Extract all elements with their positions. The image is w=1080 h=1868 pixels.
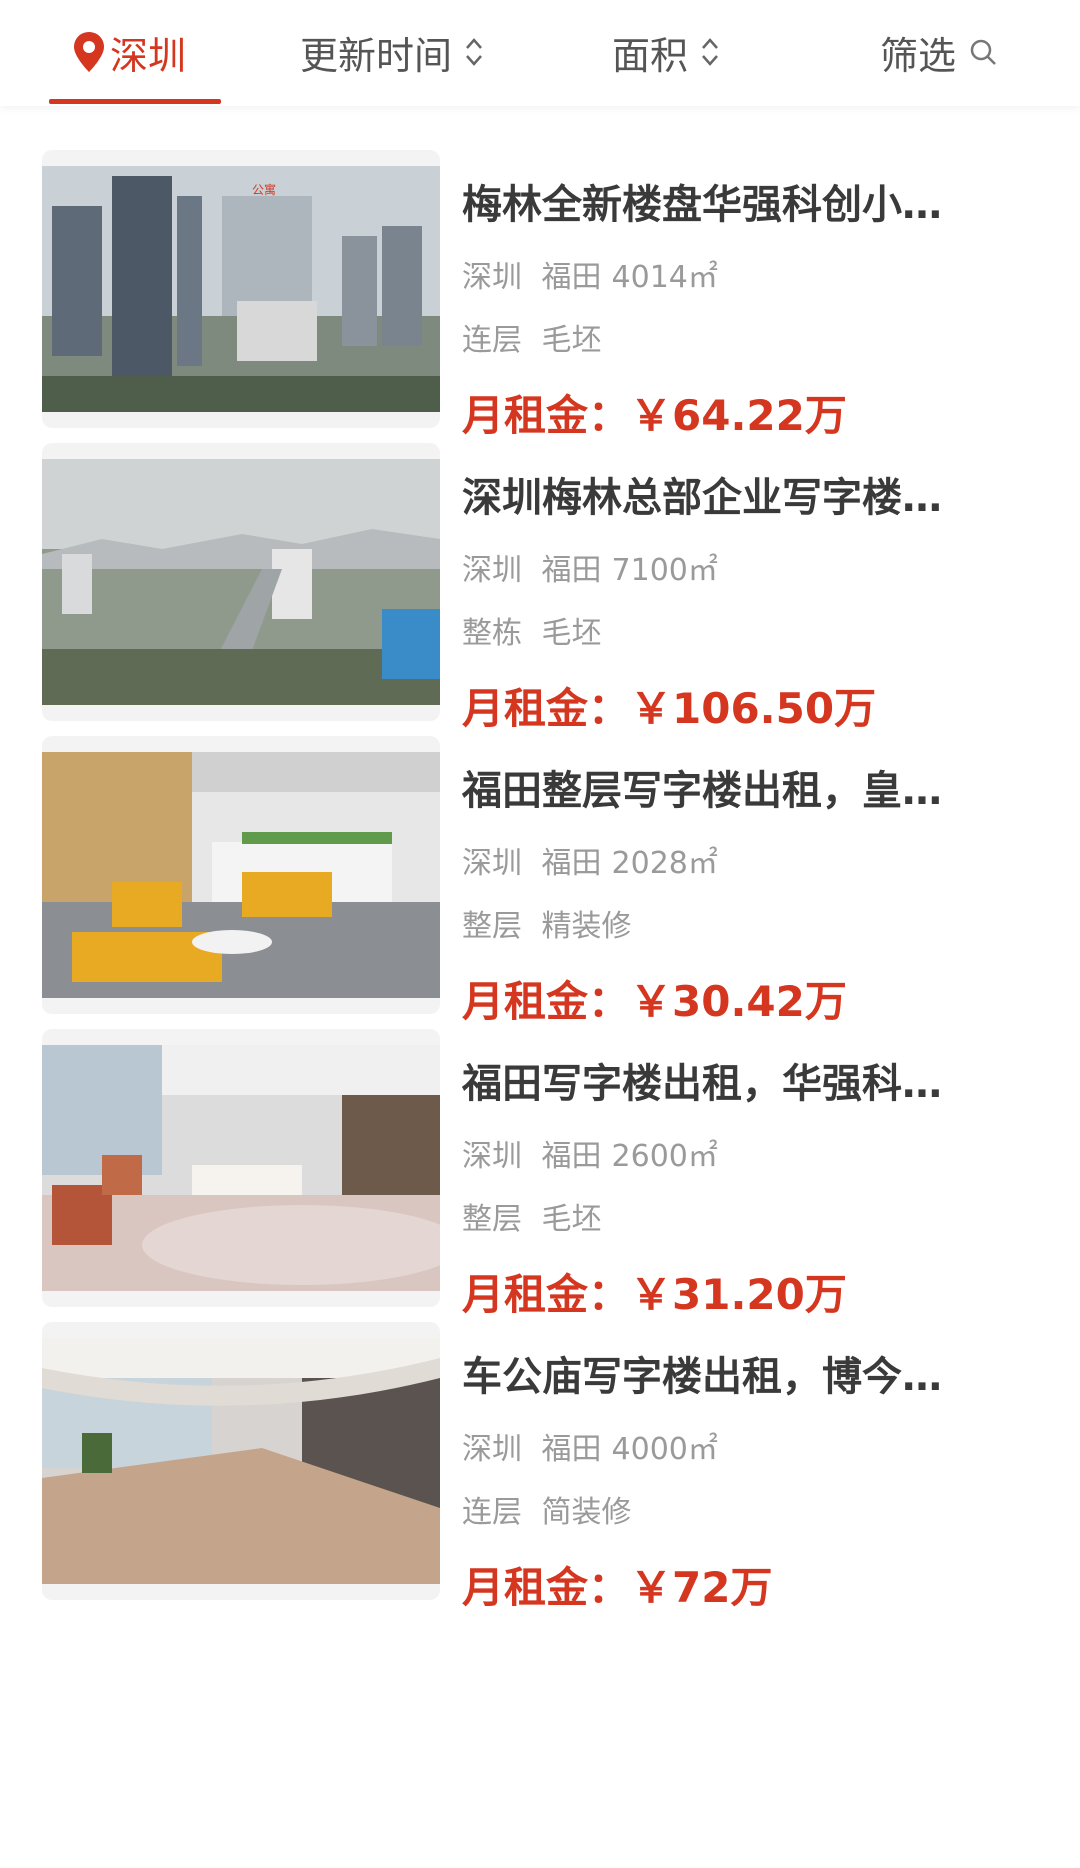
listing-district: 福田 — [541, 1432, 602, 1467]
listing-city: 深圳 — [462, 553, 522, 588]
listing-location: 深圳 福田 7100㎡ — [462, 545, 718, 589]
tab-update-time-label: 更新时间 — [300, 33, 453, 78]
listing-area: 4014㎡ — [611, 260, 718, 295]
listing-card[interactable]: 福田整层写字楼出租，皇… 深圳 福田 2028㎡ 整层 精装修 月租金：￥30.4… — [0, 736, 1080, 1026]
price-value: ￥31.20万 — [630, 1270, 847, 1319]
active-tab-indicator — [49, 99, 221, 104]
office-lounge-image — [42, 752, 440, 998]
listing-district: 福田 — [541, 846, 602, 881]
listing-city: 深圳 — [462, 846, 522, 881]
listing-price: 月租金：￥30.42万 — [462, 968, 847, 1029]
price-label: 月租金： — [462, 684, 631, 733]
listing-card[interactable]: 车公庙写字楼出租，博今… 深圳 福田 4000㎡ 连层 简装修 月租金：￥72万 — [0, 1322, 1080, 1612]
listing-photo — [42, 443, 440, 721]
tab-city[interactable]: 深圳 — [72, 22, 186, 82]
listing-tags: 整层 毛坯 — [462, 1194, 602, 1238]
tab-area-label: 面积 — [612, 33, 689, 78]
listing-layout: 整栋 — [462, 616, 522, 651]
listing-city: 深圳 — [462, 1139, 522, 1174]
listing-price: 月租金：￥31.20万 — [462, 1261, 847, 1322]
listing-finish: 毛坯 — [541, 1202, 602, 1237]
listing-area: 4000㎡ — [611, 1432, 718, 1467]
price-value: ￥64.22万 — [630, 391, 847, 440]
building-render-image: 公寓 — [42, 166, 440, 412]
listing-layout: 连层 — [462, 323, 522, 358]
price-label: 月租金： — [462, 977, 631, 1026]
listing-city: 深圳 — [462, 260, 522, 295]
price-label: 月租金： — [462, 391, 631, 440]
price-label: 月租金： — [462, 1563, 631, 1612]
listing-title: 福田写字楼出租，华强科… — [462, 1061, 942, 1107]
listing-photo — [42, 1322, 440, 1600]
tab-area[interactable]: 面积 — [612, 22, 720, 82]
sort-caret-icon — [466, 38, 482, 66]
price-value: ￥72万 — [630, 1563, 773, 1612]
price-value: ￥106.50万 — [630, 684, 877, 733]
listing-area: 2028㎡ — [611, 846, 718, 881]
listing-location: 深圳 福田 2600㎡ — [462, 1131, 718, 1175]
listing-price: 月租金：￥72万 — [462, 1554, 772, 1615]
listing-location: 深圳 福田 4000㎡ — [462, 1424, 718, 1468]
listing-photo — [42, 1029, 440, 1307]
listing-tags: 连层 毛坯 — [462, 315, 602, 359]
office-reception-image — [42, 1045, 440, 1291]
listing-title: 深圳梅林总部企业写字楼… — [462, 475, 942, 521]
listing-finish: 毛坯 — [541, 616, 602, 651]
listing-price: 月租金：￥106.50万 — [462, 675, 876, 736]
tab-filter[interactable]: 筛选 — [880, 22, 998, 82]
listing-card[interactable]: 公寓 梅林全新楼盘华强科创小… 深圳 福田 4014㎡ 连层 毛坯 月租金：￥64… — [0, 150, 1080, 440]
listing-tags: 整栋 毛坯 — [462, 608, 602, 652]
listing-card[interactable]: 深圳梅林总部企业写字楼… 深圳 福田 7100㎡ 整栋 毛坯 月租金：￥106.5… — [0, 443, 1080, 733]
listing-title: 车公庙写字楼出租，博今… — [462, 1354, 942, 1400]
city-aerial-image — [42, 459, 440, 705]
listing-title: 福田整层写字楼出租，皇… — [462, 768, 942, 814]
listing-photo: 公寓 — [42, 150, 440, 428]
sort-caret-icon — [702, 38, 718, 66]
listing-district: 福田 — [541, 260, 602, 295]
filter-tab-bar: 深圳 更新时间 面积 筛选 — [0, 0, 1080, 106]
location-pin-icon — [74, 32, 104, 72]
listing-finish: 毛坯 — [541, 323, 602, 358]
listing-area: 7100㎡ — [611, 553, 718, 588]
listing-price: 月租金：￥64.22万 — [462, 382, 847, 443]
listing-card[interactable]: 福田写字楼出租，华强科… 深圳 福田 2600㎡ 整层 毛坯 月租金：￥31.20… — [0, 1029, 1080, 1319]
listing-location: 深圳 福田 4014㎡ — [462, 252, 718, 296]
listing-photo — [42, 736, 440, 1014]
listing-tags: 连层 简装修 — [462, 1487, 632, 1531]
photo-caption: 公寓 — [252, 182, 276, 197]
listing-city: 深圳 — [462, 1432, 522, 1467]
search-icon — [970, 39, 996, 65]
listing-district: 福田 — [541, 553, 602, 588]
listing-title: 梅林全新楼盘华强科创小… — [462, 182, 942, 228]
price-label: 月租金： — [462, 1270, 631, 1319]
listing-layout: 整层 — [462, 1202, 522, 1237]
listing-layout: 连层 — [462, 1495, 522, 1530]
tab-city-label: 深圳 — [110, 33, 187, 78]
listing-district: 福田 — [541, 1139, 602, 1174]
price-value: ￥30.42万 — [630, 977, 847, 1026]
listing-finish: 简装修 — [541, 1495, 632, 1530]
listing-tags: 整层 精装修 — [462, 901, 632, 945]
listing-finish: 精装修 — [541, 909, 632, 944]
listing-location: 深圳 福田 2028㎡ — [462, 838, 718, 882]
tab-update-time[interactable]: 更新时间 — [300, 22, 484, 82]
listing-area: 2600㎡ — [611, 1139, 718, 1174]
listing-layout: 整层 — [462, 909, 522, 944]
tab-filter-label: 筛选 — [880, 33, 957, 78]
office-lobby-image — [42, 1338, 440, 1584]
